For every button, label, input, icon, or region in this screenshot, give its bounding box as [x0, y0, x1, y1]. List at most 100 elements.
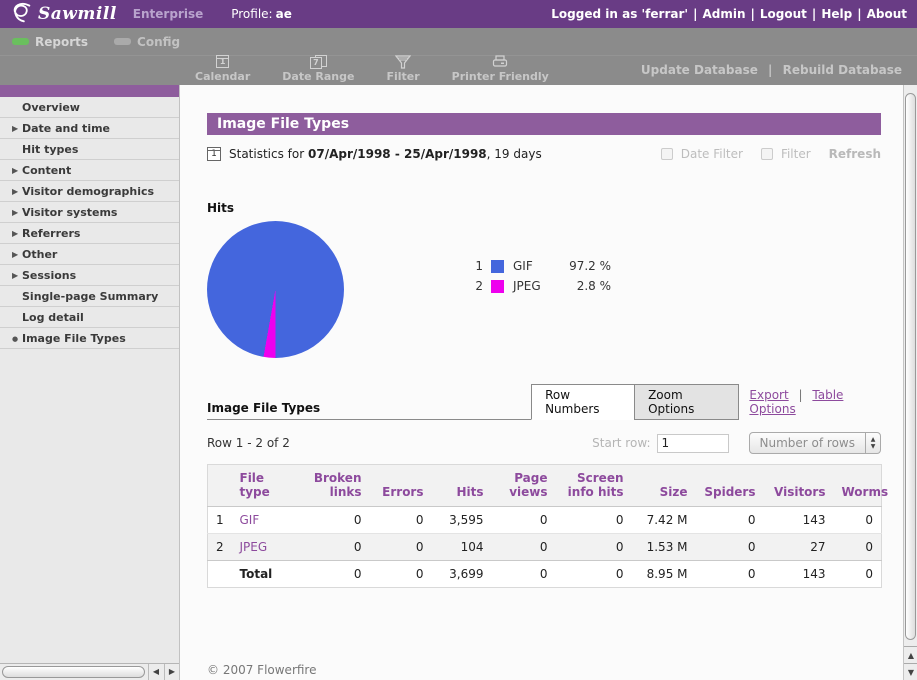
table-row: 1 GIF 0 0 3,595 0 0 7.42 M 0 143 0 — [208, 507, 882, 534]
tab-zoom-options[interactable]: Zoom Options — [634, 384, 739, 420]
tab-row-numbers[interactable]: Row Numbers — [531, 384, 635, 420]
row-range-text: Row 1 - 2 of 2 — [207, 436, 290, 450]
filter-label: Filter — [781, 147, 811, 161]
disclosure-arrow-icon — [12, 187, 22, 196]
calendar-icon: 1 — [216, 55, 229, 68]
scroll-left-icon[interactable] — [148, 664, 163, 680]
filter-controls: Date Filter Filter Refresh — [661, 147, 881, 161]
number-of-rows-dropdown[interactable]: Number of rows — [749, 432, 881, 454]
separator — [768, 63, 772, 77]
legend-item: 2 JPEG 2.8 % — [469, 279, 611, 293]
sidebar-item-hit-types[interactable]: Hit types — [0, 139, 179, 160]
nav-row: Reports Config — [0, 28, 917, 55]
scrollbar-thumb[interactable] — [905, 93, 916, 640]
sidebar-item-visitor-demographics[interactable]: Visitor demographics — [0, 181, 179, 202]
brand-name: Sawmill — [38, 4, 117, 24]
report-title-bar: Image File Types — [207, 113, 881, 135]
calendar-button[interactable]: 1 Calendar — [195, 54, 250, 83]
sidebar-spacer — [0, 349, 179, 663]
edition-label: Enterprise — [133, 7, 203, 21]
jpeg-swatch-icon — [491, 280, 504, 293]
database-links: Update Database Rebuild Database — [641, 63, 902, 77]
scroll-right-icon[interactable] — [164, 664, 179, 680]
sidebar-item-overview[interactable]: Overview — [0, 97, 179, 118]
copyright-text: © 2007 Flowerfire — [207, 663, 881, 677]
config-tab-icon — [114, 38, 131, 45]
scroll-down-icon[interactable] — [904, 663, 917, 680]
pie-chart — [207, 221, 344, 358]
date-range-icon: 7 — [310, 55, 327, 69]
statistics-row: 1 Statistics for 07/Apr/1998 - 25/Apr/19… — [207, 147, 881, 161]
start-row-label: Start row: — [592, 436, 650, 450]
separator — [693, 7, 697, 21]
profile-value: ae — [276, 7, 292, 21]
disclosure-arrow-icon — [12, 208, 22, 217]
sidebar-item-content[interactable]: Content — [0, 160, 179, 181]
table-links: Export Table Options — [749, 388, 881, 420]
sidebar-item-single-page-summary[interactable]: Single-page Summary — [0, 286, 179, 307]
sidebar-item-visitor-systems[interactable]: Visitor systems — [0, 202, 179, 223]
export-link[interactable]: Export — [749, 388, 788, 402]
sidebar-header-strip — [0, 85, 179, 97]
table-title: Image File Types — [207, 401, 531, 420]
jpeg-link[interactable]: JPEG — [240, 540, 268, 554]
vertical-scrollbar[interactable] — [903, 85, 917, 680]
gif-link[interactable]: GIF — [240, 513, 260, 527]
profile-label: Profile:ae — [231, 7, 292, 21]
filter-checkbox-icon[interactable] — [761, 148, 773, 160]
printer-icon — [492, 54, 508, 69]
sidebar-item-date-and-time[interactable]: Date and time — [0, 118, 179, 139]
separator — [751, 7, 755, 21]
start-row-input[interactable] — [657, 434, 729, 453]
sidebar-item-referrers[interactable]: Referrers — [0, 223, 179, 244]
gif-swatch-icon — [491, 260, 504, 273]
logout-link[interactable]: Logout — [760, 7, 807, 21]
reports-tab-icon — [12, 38, 29, 45]
separator — [812, 7, 816, 21]
image-file-types-table: File type Broken links Errors Hits Page … — [207, 464, 882, 588]
sidebar-item-sessions[interactable]: Sessions — [0, 265, 179, 286]
refresh-button[interactable]: Refresh — [829, 147, 881, 161]
chart-title: Hits — [207, 201, 437, 215]
row-info-bar: Row 1 - 2 of 2 Start row: Number of rows — [207, 432, 881, 454]
disclosure-arrow-icon — [12, 250, 22, 259]
sidebar-item-other[interactable]: Other — [0, 244, 179, 265]
filter-button[interactable]: Filter — [386, 54, 419, 83]
scrollbar-thumb[interactable] — [2, 666, 145, 678]
table-section-header: Image File Types Row Numbers Zoom Option… — [207, 384, 881, 420]
logged-in-text: Logged in as 'ferrar' — [551, 7, 688, 21]
about-link[interactable]: About — [867, 7, 907, 21]
date-filter-checkbox-icon[interactable] — [661, 148, 673, 160]
sidebar-horizontal-scrollbar[interactable] — [0, 663, 179, 680]
spinner-arrows-icon[interactable] — [865, 433, 880, 453]
sidebar-item-image-file-types[interactable]: Image File Types — [0, 328, 179, 349]
table-row: 2 JPEG 0 0 104 0 0 1.53 M 0 27 0 — [208, 534, 882, 561]
scroll-up-icon[interactable] — [904, 646, 917, 663]
calendar-icon: 1 — [207, 147, 221, 161]
separator — [857, 7, 861, 21]
tab-config[interactable]: Config — [114, 35, 180, 49]
help-link[interactable]: Help — [821, 7, 852, 21]
pie-chart-block: Hits 1 GIF 97.2 % 2 JPEG 2.8 % — [207, 201, 881, 358]
legend-item: 1 GIF 97.2 % — [469, 259, 611, 273]
table-header-row: File type Broken links Errors Hits Page … — [208, 465, 882, 507]
date-range-button[interactable]: 7 Date Range — [282, 54, 354, 83]
table-total-row: Total 0 0 3,699 0 0 8.95 M 0 143 0 — [208, 561, 882, 588]
rebuild-database-link[interactable]: Rebuild Database — [783, 63, 902, 77]
disclosure-arrow-icon — [12, 124, 22, 133]
current-item-bullet-icon — [12, 334, 22, 343]
printer-friendly-button[interactable]: Printer Friendly — [452, 54, 549, 83]
tab-reports[interactable]: Reports — [12, 35, 88, 49]
brand: Sawmill — [10, 1, 117, 28]
disclosure-arrow-icon — [12, 271, 22, 280]
disclosure-arrow-icon — [12, 166, 22, 175]
admin-link[interactable]: Admin — [702, 7, 745, 21]
top-bar: Sawmill Enterprise Profile:ae Logged in … — [0, 0, 917, 28]
content-area: Overview Date and time Hit types Content… — [0, 85, 917, 680]
update-database-link[interactable]: Update Database — [641, 63, 758, 77]
sidebar-item-log-detail[interactable]: Log detail — [0, 307, 179, 328]
main-panel: Image File Types 1 Statistics for 07/Apr… — [180, 85, 903, 680]
separator — [799, 388, 803, 402]
date-filter-label: Date Filter — [681, 147, 743, 161]
chart-legend: 1 GIF 97.2 % 2 JPEG 2.8 % — [469, 259, 611, 358]
